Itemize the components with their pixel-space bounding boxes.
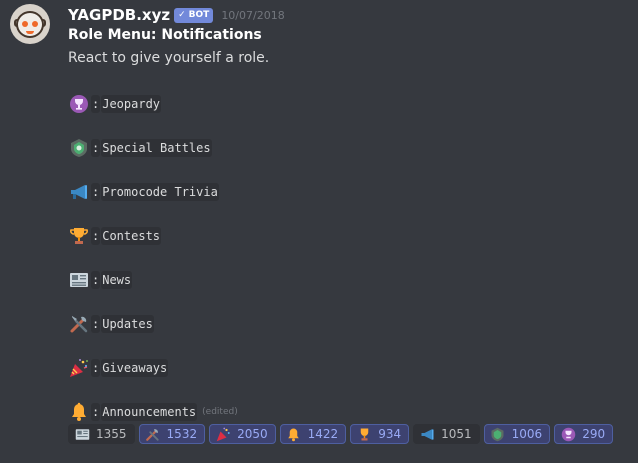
reaction-megaphone[interactable]: 1051 [413,424,480,444]
timestamp: 10/07/2018 [221,8,285,22]
role-line-news: : News [68,268,133,292]
reaction-count: 1532 [166,427,198,441]
bot-avatar[interactable] [10,4,50,44]
role-line-contests: : Contests [68,224,162,248]
role-line-special-battles: : Special Battles [68,136,212,160]
role-menu-subtitle: React to give yourself a role. [68,50,270,66]
role-line-updates: : Updates [68,312,154,336]
tools-icon [68,313,90,335]
battle-emblem-icon [68,137,90,159]
reaction-count: 1051 [441,427,472,441]
bot-tag: ✓ BOT [174,7,214,23]
bell-icon [286,426,302,442]
reaction-count: 1355 [96,427,127,441]
trophy-badge-icon [560,426,576,442]
role-line-jeopardy: : Jeopardy [68,92,162,116]
role-menu-title: Role Menu: Notifications [68,27,262,43]
role-label: Promocode Trivia [101,183,219,201]
role-label: Jeopardy [101,95,162,113]
role-separator: : [91,403,101,421]
role-line-giveaways: : Giveaways [68,356,169,380]
reaction-count: 1422 [307,427,339,441]
megaphone-icon [68,181,90,203]
party-popper-icon [68,357,90,379]
battle-emblem-icon [490,426,506,442]
reaction-trophy[interactable]: 934 [350,424,410,444]
role-separator: : [91,227,101,245]
role-label: Announcements [101,403,198,421]
role-label: Giveaways [101,359,169,377]
username[interactable]: YAGPDB.xyz [68,6,170,24]
reaction-party-popper[interactable]: 2050 [209,424,276,444]
reaction-trophy-badge[interactable]: 290 [554,424,614,444]
trophy-badge-icon [68,93,90,115]
role-label: News [101,271,133,289]
edited-indicator: (edited) [202,407,238,417]
message-header: YAGPDB.xyz ✓ BOT 10/07/2018 [68,4,285,26]
megaphone-icon [419,426,435,442]
role-line-promocode-trivia: : Promocode Trivia [68,180,219,204]
role-separator: : [91,95,101,113]
reaction-battle-emblem[interactable]: 1006 [483,424,551,444]
role-label: Updates [101,315,154,333]
newspaper-icon [68,269,90,291]
reaction-tools[interactable]: 1532 [138,424,206,444]
role-separator: : [91,139,101,157]
trophy-icon [356,426,372,442]
chat-message: YAGPDB.xyz ✓ BOT 10/07/2018 Role Menu: N… [0,0,638,463]
reaction-count: 2050 [237,427,268,441]
newspaper-icon [74,426,90,442]
bot-tag-label: BOT [188,10,210,20]
trophy-icon [68,225,90,247]
party-popper-icon [215,426,231,442]
reaction-bell[interactable]: 1422 [279,424,347,444]
role-label: Contests [101,227,162,245]
tools-icon [145,426,161,442]
bell-icon [68,401,90,423]
role-separator: : [91,183,101,201]
reactions-bar: 1355 1532 2050 1422 934 1051 1006 290 [68,424,614,444]
reaction-count: 1006 [511,427,543,441]
reaction-count: 290 [582,427,606,441]
verified-check-icon: ✓ [178,10,186,20]
role-separator: : [91,359,101,377]
reaction-newspaper[interactable]: 1355 [68,424,135,444]
role-line-announcements: : Announcements (edited) [68,400,238,424]
role-separator: : [91,315,101,333]
reaction-count: 934 [378,427,402,441]
role-separator: : [91,271,101,289]
role-label: Special Battles [101,139,212,157]
